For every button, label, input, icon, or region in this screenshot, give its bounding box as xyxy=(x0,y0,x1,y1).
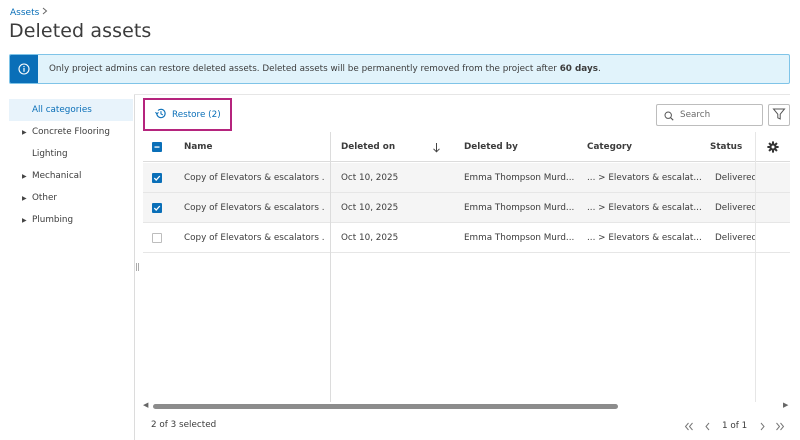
info-banner: Only project admins can restore deleted … xyxy=(9,54,790,84)
sidebar-item-all-categories[interactable]: All categories xyxy=(9,99,133,121)
panel-resize-handle[interactable] xyxy=(136,263,139,271)
row-checkbox[interactable] xyxy=(152,233,162,243)
filter-button[interactable] xyxy=(768,104,790,126)
status-label: Delivered xyxy=(715,233,755,243)
sidebar-item-concrete-flooring[interactable]: ▶ Concrete Flooring xyxy=(9,121,133,143)
banner-text: Only project admins can restore deleted … xyxy=(49,64,560,74)
status-label: Delivered xyxy=(715,173,755,183)
page-indicator: 1 of 1 xyxy=(722,421,748,431)
select-all-checkbox[interactable] xyxy=(152,142,162,152)
restore-button[interactable]: Restore (2) xyxy=(143,98,232,131)
breadcrumb: Assets xyxy=(10,7,48,18)
row-select-cell xyxy=(152,163,162,193)
sidebar-item-label: Mechanical xyxy=(32,171,82,181)
column-resize-divider[interactable] xyxy=(330,132,331,162)
row-select-cell xyxy=(152,193,162,223)
page-title: Deleted assets xyxy=(9,20,152,42)
cell-name[interactable]: Copy of Elevators & escalators ... xyxy=(184,163,324,193)
column-header-category[interactable]: Category xyxy=(587,132,632,162)
scrollbar-thumb[interactable] xyxy=(153,404,618,409)
cell-category: ... > Elevators & escalat... xyxy=(587,233,702,243)
sidebar-item-label: Lighting xyxy=(32,149,68,159)
sort-descending-icon[interactable] xyxy=(432,132,441,162)
cell-category: ... > Elevators & escalat... xyxy=(587,203,702,213)
row-select-cell xyxy=(152,223,162,253)
panel-divider xyxy=(134,94,135,440)
cell-status: Delivered xyxy=(710,223,755,253)
cell-deleted-on: Oct 10, 2025 xyxy=(341,203,399,213)
restore-history-icon xyxy=(154,107,167,123)
table-row[interactable]: Copy of Elevators & escalators ... Oct 1… xyxy=(143,193,790,223)
caret-right-icon[interactable]: ▶ xyxy=(22,217,32,224)
cell-deleted-by: Emma Thompson Murd... xyxy=(464,173,575,183)
column-header-status[interactable]: Status xyxy=(710,132,742,162)
restore-button-label: Restore (2) xyxy=(172,109,221,120)
banner-text-bold: 60 days xyxy=(559,64,598,74)
caret-right-icon[interactable]: ▶ xyxy=(22,195,32,202)
cell-name[interactable]: Copy of Elevators & escalators ... xyxy=(184,193,324,223)
cell-deleted-on: Oct 10, 2025 xyxy=(341,173,399,183)
caret-right-icon[interactable]: ▶ xyxy=(22,129,32,136)
status-label: Delivered xyxy=(715,203,755,213)
sidebar-item-plumbing[interactable]: ▶ Plumbing xyxy=(9,209,133,231)
category-sidebar: All categories ▶ Concrete Flooring Light… xyxy=(9,99,133,231)
column-header-deleted-on[interactable]: Deleted on xyxy=(341,132,395,162)
column-settings-gear-icon[interactable] xyxy=(767,132,779,162)
select-all-cell xyxy=(152,132,162,162)
search-box[interactable] xyxy=(656,104,763,126)
previous-page-icon[interactable] xyxy=(698,418,716,434)
sidebar-item-label: Other xyxy=(32,193,57,203)
scroll-left-arrow-icon[interactable]: ◀ xyxy=(143,401,148,409)
row-checkbox[interactable] xyxy=(152,173,162,183)
chevron-right-icon xyxy=(42,7,48,18)
cell-category: ... > Elevators & escalat... xyxy=(587,173,702,183)
cell-name[interactable]: Copy of Elevators & escalators ... xyxy=(184,223,324,253)
sidebar-item-other[interactable]: ▶ Other xyxy=(9,187,133,209)
pagination: 1 of 1 xyxy=(680,418,789,434)
content-top-divider xyxy=(134,94,790,95)
table-header: Name Deleted on Deleted by Category Stat… xyxy=(143,132,790,162)
scroll-right-arrow-icon[interactable]: ▶ xyxy=(783,401,788,409)
sidebar-item-label: Concrete Flooring xyxy=(32,127,110,137)
sidebar-item-label: Plumbing xyxy=(32,215,74,225)
search-input[interactable] xyxy=(680,110,760,120)
filter-funnel-icon xyxy=(772,106,786,125)
next-page-icon[interactable] xyxy=(753,418,771,434)
deleted-assets-table: Name Deleted on Deleted by Category Stat… xyxy=(143,132,790,402)
breadcrumb-assets-link[interactable]: Assets xyxy=(10,8,39,18)
banner-text-end: . xyxy=(597,64,601,74)
pinned-column-divider[interactable] xyxy=(330,132,331,402)
sidebar-item-mechanical[interactable]: ▶ Mechanical xyxy=(9,165,133,187)
cell-deleted-by: Emma Thompson Murd... xyxy=(464,233,575,243)
cell-status: Delivered xyxy=(710,163,755,193)
sidebar-item-lighting[interactable]: Lighting xyxy=(9,143,133,165)
row-checkbox[interactable] xyxy=(152,203,162,213)
info-icon xyxy=(10,55,38,83)
first-page-icon[interactable] xyxy=(680,418,698,434)
settings-column-divider xyxy=(755,132,756,402)
banner-message: Only project admins can restore deleted … xyxy=(49,64,601,74)
column-header-name[interactable]: Name xyxy=(184,132,212,162)
cell-status: Delivered xyxy=(710,193,755,223)
caret-right-icon[interactable]: ▶ xyxy=(22,173,32,180)
selection-count: 2 of 3 selected xyxy=(151,420,217,430)
cell-deleted-by: Emma Thompson Murd... xyxy=(464,203,575,213)
search-icon xyxy=(664,106,674,125)
column-header-deleted-by[interactable]: Deleted by xyxy=(464,132,518,162)
table-row[interactable]: Copy of Elevators & escalators ... Oct 1… xyxy=(143,223,790,253)
horizontal-scrollbar[interactable]: ◀ ▶ xyxy=(143,401,790,411)
last-page-icon[interactable] xyxy=(771,418,789,434)
sidebar-item-label: All categories xyxy=(32,105,92,115)
table-row[interactable]: Copy of Elevators & escalators ... Oct 1… xyxy=(143,163,790,193)
cell-deleted-on: Oct 10, 2025 xyxy=(341,233,399,243)
